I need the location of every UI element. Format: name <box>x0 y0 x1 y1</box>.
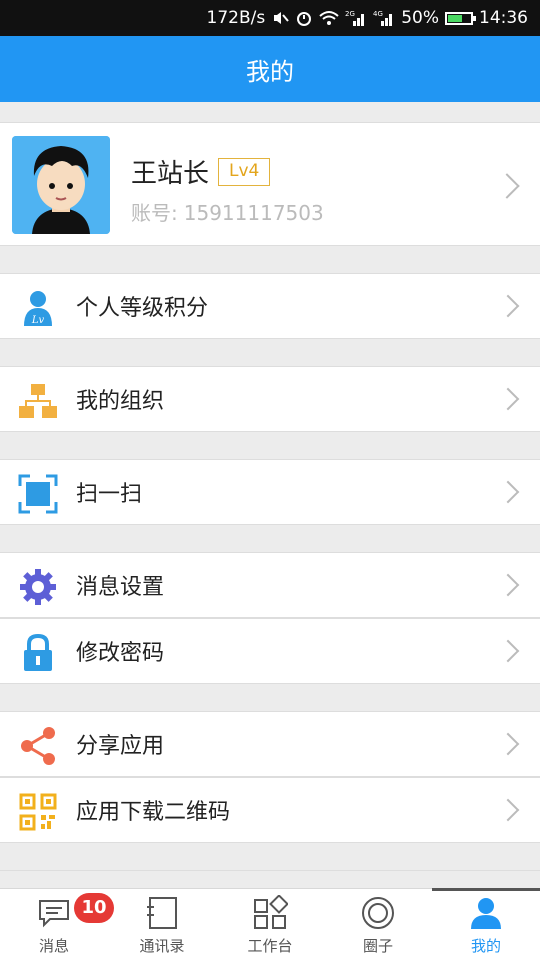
tab-label: 工作台 <box>247 937 293 955</box>
mute-icon <box>274 12 289 24</box>
section-divider <box>0 870 540 871</box>
clock: 14:36 <box>479 8 528 28</box>
menu-label: 我的组织 <box>76 389 165 414</box>
scan-icon <box>18 474 58 514</box>
status-bar: 172B/s 2G 4G 50% 14:36 <box>0 0 540 36</box>
menu-item-message-settings[interactable]: 消息设置 <box>0 552 540 618</box>
bottom-tab-bar: 消息 10 通讯录 工作台 圈子 我的 <box>0 888 540 960</box>
menu-item-download-qrcode[interactable]: 应用下载二维码 <box>0 777 540 843</box>
account-number: 15911117503 <box>183 201 324 225</box>
chevron-right-icon <box>496 573 520 597</box>
menu-label: 个人等级积分 <box>76 296 209 321</box>
qrcode-icon <box>19 793 57 831</box>
app-header: 我的 <box>0 36 540 102</box>
menu-item-share-app[interactable]: 分享应用 <box>0 711 540 777</box>
svg-text:2G: 2G <box>345 10 355 18</box>
contacts-icon <box>147 897 177 929</box>
menu-item-organization[interactable]: 我的组织 <box>0 366 540 432</box>
signal-2g-icon: 2G <box>345 10 365 26</box>
menu-item-level-points[interactable]: Lv 个人等级积分 <box>0 273 540 339</box>
menu-item-change-password[interactable]: 修改密码 <box>0 618 540 684</box>
tab-label: 圈子 <box>362 937 393 955</box>
user-level-icon: Lv <box>24 291 52 326</box>
tab-circle[interactable]: 圈子 <box>324 889 432 960</box>
tab-label: 通讯录 <box>139 937 185 955</box>
page-title: 我的 <box>246 57 294 86</box>
workbench-icon <box>254 895 288 929</box>
tab-messages[interactable]: 消息 10 <box>0 889 114 960</box>
svg-text:Lv: Lv <box>31 315 45 326</box>
menu-label: 应用下载二维码 <box>76 800 231 825</box>
chevron-right-icon <box>496 798 520 822</box>
tab-workbench[interactable]: 工作台 <box>216 889 324 960</box>
alarm-icon <box>297 12 312 26</box>
menu-label: 分享应用 <box>76 734 165 759</box>
menu-label: 消息设置 <box>76 575 165 600</box>
profile-name: 王站长 <box>131 159 210 189</box>
chevron-right-icon <box>494 173 520 199</box>
battery-percent: 50% <box>401 8 439 28</box>
signal-4g-icon: 4G <box>373 10 393 26</box>
profile-icon <box>471 898 501 929</box>
tab-mine[interactable]: 我的 <box>432 888 540 960</box>
message-icon <box>39 900 69 928</box>
chevron-right-icon <box>496 639 520 663</box>
lock-icon <box>24 633 52 671</box>
circle-icon <box>362 897 394 929</box>
menu-label: 扫一扫 <box>76 482 143 507</box>
svg-text:4G: 4G <box>373 10 383 18</box>
battery-charging-icon <box>445 11 476 25</box>
gear-icon <box>20 569 56 605</box>
chevron-right-icon <box>496 387 520 411</box>
tab-label: 消息 <box>38 937 69 955</box>
network-speed: 172B/s <box>206 8 266 28</box>
chevron-right-icon <box>496 732 520 756</box>
chevron-right-icon <box>496 294 520 318</box>
menu-item-scan[interactable]: 扫一扫 <box>0 459 540 525</box>
chevron-right-icon <box>496 480 520 504</box>
organization-icon <box>19 384 57 418</box>
profile-card[interactable]: 王站长 Lv4 账号: 15911117503 <box>0 122 540 246</box>
tab-label: 我的 <box>470 937 501 955</box>
account-info: 账号: 15911117503 <box>131 197 324 226</box>
avatar[interactable] <box>12 136 110 234</box>
share-icon <box>21 727 55 765</box>
wifi-icon <box>319 11 339 25</box>
menu-label: 修改密码 <box>76 641 165 666</box>
account-label: 账号: <box>131 201 178 225</box>
tab-contacts[interactable]: 通讯录 <box>108 889 216 960</box>
level-badge: Lv4 <box>218 158 271 186</box>
